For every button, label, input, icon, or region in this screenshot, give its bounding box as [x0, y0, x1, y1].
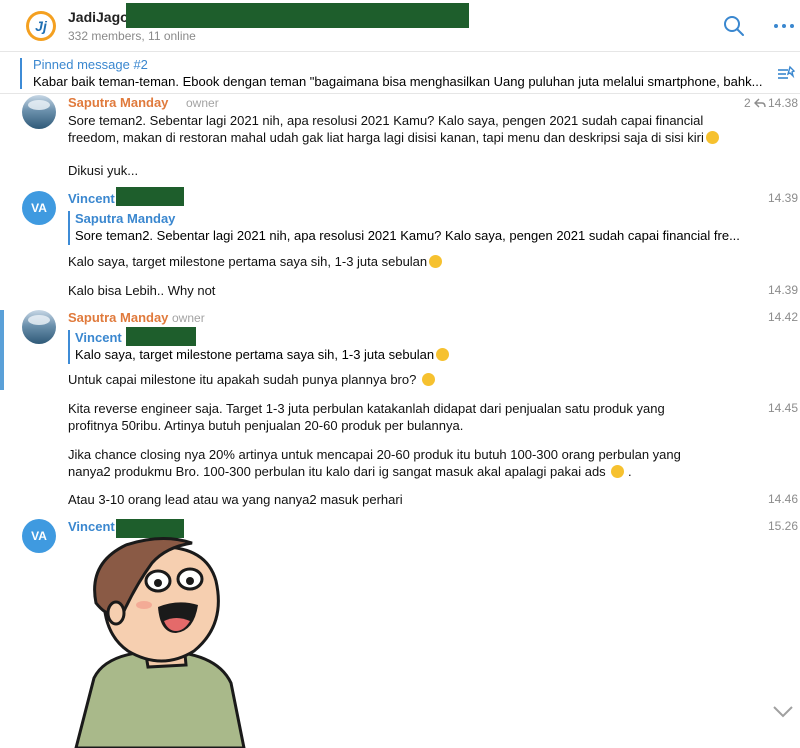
redaction-block	[116, 187, 184, 206]
pinned-title: Pinned message #2	[33, 57, 148, 72]
avatar[interactable]	[22, 95, 56, 129]
reply-bar	[68, 211, 70, 245]
group-avatar-letter: Jj	[29, 14, 53, 38]
redaction-block	[126, 327, 196, 346]
message-text: Kalo bisa Lebih.. Why not	[68, 283, 216, 298]
avatar[interactable]: VA	[22, 191, 56, 225]
message-text: Kalo saya, target milestone pertama saya…	[68, 253, 443, 270]
message-line: freedom, makan di restoran mahal udah ga…	[68, 129, 719, 146]
message-text: Jika chance closing nya 20% artinya untu…	[68, 446, 681, 480]
message-line: nanya2 produkmu Bro. 100-300 perbulan it…	[68, 464, 632, 479]
message-time: 14.42	[767, 310, 798, 324]
sender-name[interactable]: Saputra Manday	[68, 95, 168, 110]
selection-indicator	[0, 310, 4, 390]
group-member-count: 332 members, 11 online	[68, 29, 196, 43]
pin-list-icon[interactable]	[776, 64, 796, 84]
message-line: Jika chance closing nya 20% artinya untu…	[68, 447, 681, 462]
message-text: Untuk capai milestone itu apakah sudah p…	[68, 371, 435, 388]
emoji	[436, 348, 450, 361]
reply-sender: Saputra Manday	[75, 211, 176, 226]
pinned-bar-accent	[20, 58, 22, 89]
scroll-down-icon[interactable]	[772, 702, 794, 720]
reply-bar	[68, 330, 70, 364]
message-text: Dikusi yuk...	[68, 163, 139, 178]
role-badge: owner	[172, 311, 205, 325]
role-badge: owner	[186, 96, 219, 110]
message-line: profitnya 50ribu. Artinya butuh penjuala…	[68, 418, 464, 433]
more-icon[interactable]	[772, 14, 796, 38]
redaction-block	[126, 3, 469, 28]
message-text: Atau 3-10 orang lead atau wa yang nanya2…	[68, 492, 403, 507]
avatar[interactable]	[22, 310, 56, 344]
message-time: 14.39	[767, 191, 798, 205]
message-line: Kita reverse engineer saja. Target 1-3 j…	[68, 401, 665, 416]
sender-name[interactable]: Vincent	[68, 191, 115, 206]
emoji	[421, 373, 435, 386]
emoji	[429, 255, 443, 268]
sender-name[interactable]: Saputra Manday	[68, 310, 168, 325]
emoji	[705, 131, 719, 144]
reply-text: Kalo saya, target milestone pertama saya…	[75, 347, 450, 362]
emoji	[611, 465, 625, 478]
message-text: Sore teman2. Sebentar lagi 2021 nih, apa…	[68, 112, 719, 146]
group-title[interactable]: JadiJago	[68, 9, 129, 25]
message-time: 14.45	[767, 401, 798, 415]
message-list[interactable]: Saputra Manday owner 2 14.38 Sore teman2…	[0, 95, 800, 748]
chat-header: Jj JadiJago 332 members, 11 online	[0, 0, 800, 52]
message-time: 15.26	[767, 519, 798, 533]
sender-name[interactable]: Vincent	[68, 519, 115, 534]
message-time: 14.46	[767, 492, 798, 506]
group-avatar[interactable]: Jj	[26, 11, 56, 41]
sticker-laughing-face[interactable]	[66, 533, 256, 748]
message-line: Sore teman2. Sebentar lagi 2021 nih, apa…	[68, 113, 704, 128]
search-icon[interactable]	[722, 14, 746, 38]
message-text: Kita reverse engineer saja. Target 1-3 j…	[68, 400, 665, 434]
reply-quote[interactable]: Saputra Manday Sore teman2. Sebentar lag…	[68, 211, 768, 245]
pinned-message-bar[interactable]: Pinned message #2 Kabar baik teman-teman…	[0, 53, 800, 94]
reply-sender: Vincent	[75, 330, 122, 345]
message-time: 14.38	[767, 96, 798, 110]
avatar[interactable]: VA	[22, 519, 56, 553]
pinned-text: Kabar baik teman-teman. Ebook dengan tem…	[33, 74, 763, 89]
reply-text: Sore teman2. Sebentar lagi 2021 nih, apa…	[75, 228, 740, 243]
message-time: 14.39	[767, 283, 798, 297]
